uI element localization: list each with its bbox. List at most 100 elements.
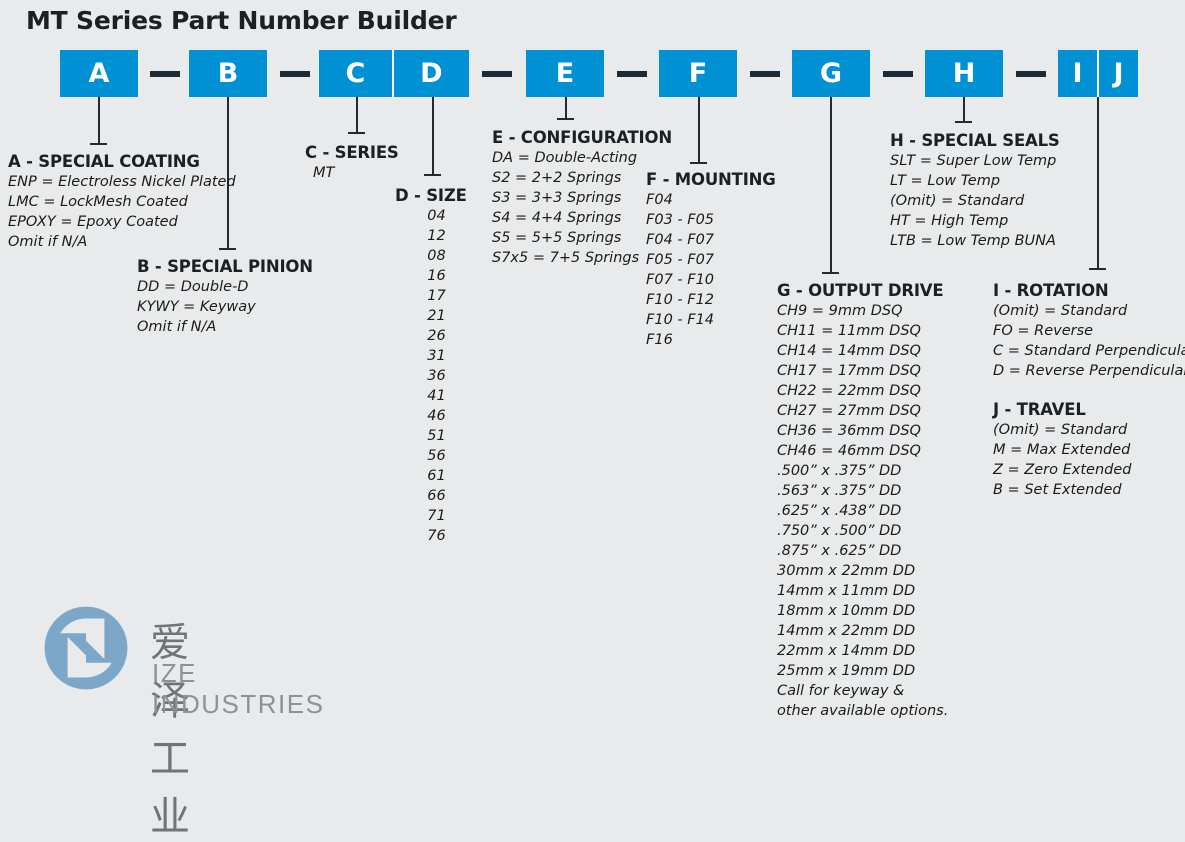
- code-box-e[interactable]: E: [526, 50, 604, 97]
- code-box-h-label: H: [952, 58, 976, 89]
- list-item: 26: [427, 328, 446, 344]
- code-box-e-label: E: [555, 58, 575, 89]
- section-g-heading: G - OUTPUT DRIVE: [777, 281, 944, 300]
- list-item: other available options.: [777, 703, 949, 719]
- diagram-canvas: MT Series Part Number Builder A B C D E …: [0, 0, 1185, 840]
- section-i: I - ROTATION (Omit) = Standard FO = Reve…: [993, 281, 1185, 381]
- code-box-ij[interactable]: I J: [1058, 50, 1138, 97]
- leader-line-a: [98, 97, 100, 144]
- list-item: LT = Low Temp: [890, 173, 1001, 189]
- dash-separator-2: [280, 71, 310, 77]
- code-box-f[interactable]: F: [659, 50, 737, 97]
- leader-line-d: [432, 97, 434, 175]
- section-d: D - SIZE 04 12 08 16 17 21 26 31 36 41 4…: [395, 186, 475, 546]
- list-item: 16: [427, 268, 446, 284]
- list-item: F04: [646, 192, 673, 208]
- code-box-cd[interactable]: C D: [319, 50, 469, 97]
- list-item: F05 - F07: [646, 252, 715, 268]
- leader-foot-a: [90, 143, 107, 145]
- section-b-heading: B - SPECIAL PINION: [137, 257, 313, 276]
- section-a: A - SPECIAL COATING ENP = Electroless Ni…: [8, 152, 236, 252]
- list-item: 61: [427, 468, 446, 484]
- section-h-list: SLT = Super Low Temp LT = Low Temp (Omit…: [890, 151, 1060, 251]
- leader-foot-g: [822, 272, 839, 274]
- section-g: G - OUTPUT DRIVE CH9 = 9mm DSQ CH11 = 11…: [777, 281, 948, 721]
- list-item: CH9 = 9mm DSQ: [777, 303, 903, 319]
- list-item: .625” x .438” DD: [777, 503, 902, 519]
- list-item: 30mm x 22mm DD: [777, 563, 916, 579]
- list-item: F04 - F07: [646, 232, 715, 248]
- code-box-j-label: J: [1113, 58, 1124, 89]
- list-item: F16: [646, 332, 673, 348]
- leader-foot-e: [557, 118, 574, 120]
- section-b-list: DD = Double-D KYWY = Keyway Omit if N/A: [137, 277, 313, 337]
- dash-separator-7: [1016, 71, 1046, 77]
- list-item: CH14 = 14mm DSQ: [777, 343, 921, 359]
- list-item: Omit if N/A: [8, 234, 88, 250]
- section-h: H - SPECIAL SEALS SLT = Super Low Temp L…: [890, 131, 1060, 251]
- list-item: MT: [313, 165, 335, 181]
- list-item: CH17 = 17mm DSQ: [777, 363, 921, 379]
- leader-line-e: [565, 97, 567, 119]
- section-f: F - MOUNTING F04 F03 - F05 F04 - F07 F05…: [646, 170, 776, 350]
- code-box-b[interactable]: B: [189, 50, 267, 97]
- list-item: 12: [427, 228, 446, 244]
- list-item: 04: [427, 208, 446, 224]
- list-item: B = Set Extended: [993, 482, 1122, 498]
- list-item: 14mm x 22mm DD: [777, 623, 916, 639]
- leader-line-ij: [1097, 97, 1099, 269]
- section-c-list: MT: [305, 163, 399, 183]
- leader-line-f: [698, 97, 700, 163]
- section-j: J - TRAVEL (Omit) = Standard M = Max Ext…: [993, 400, 1131, 500]
- list-item: 08: [427, 248, 446, 264]
- page-title: MT Series Part Number Builder: [26, 6, 457, 35]
- list-item: 46: [427, 408, 446, 424]
- list-item: 36: [427, 368, 446, 384]
- list-item: 66: [427, 488, 446, 504]
- list-item: 17: [427, 288, 446, 304]
- section-c-heading: C - SERIES: [305, 143, 399, 162]
- list-item: (Omit) = Standard: [993, 303, 1128, 319]
- dash-separator-6: [883, 71, 913, 77]
- logo-chinese-text: 爱泽工业: [150, 620, 193, 840]
- section-e-heading: E - CONFIGURATION: [492, 128, 672, 147]
- list-item: CH46 = 46mm DSQ: [777, 443, 921, 459]
- code-box-h[interactable]: H: [925, 50, 1003, 97]
- list-item: LMC = LockMesh Coated: [8, 194, 188, 210]
- dash-separator-5: [750, 71, 780, 77]
- leader-foot-ij: [1089, 268, 1106, 270]
- list-item: 71: [427, 508, 446, 524]
- list-item: (Omit) = Standard: [993, 422, 1128, 438]
- list-item: .875” x .625” DD: [777, 543, 902, 559]
- section-d-heading: D - SIZE: [395, 186, 467, 205]
- section-a-heading: A - SPECIAL COATING: [8, 152, 200, 171]
- list-item: F10 - F14: [646, 312, 715, 328]
- code-box-d-label: D: [420, 58, 443, 89]
- dash-separator-3: [482, 71, 512, 77]
- list-item: F07 - F10: [646, 272, 715, 288]
- code-box-a[interactable]: A: [60, 50, 138, 97]
- code-box-g[interactable]: G: [792, 50, 870, 97]
- section-d-list: 04 12 08 16 17 21 26 31 36 41 46 51 56 6…: [395, 206, 475, 546]
- leader-line-h: [963, 97, 965, 122]
- list-item: Omit if N/A: [137, 319, 217, 335]
- code-box-i-label: I: [1072, 58, 1083, 89]
- list-item: CH36 = 36mm DSQ: [777, 423, 921, 439]
- list-item: 25mm x 19mm DD: [777, 663, 916, 679]
- list-item: DA = Double-Acting: [492, 150, 638, 166]
- list-item: .500” x .375” DD: [777, 463, 902, 479]
- leader-line-c: [356, 97, 358, 133]
- leader-foot-f: [690, 162, 707, 164]
- leader-foot-d: [424, 174, 441, 176]
- leader-foot-h: [955, 121, 972, 123]
- section-e-list: DA = Double-Acting S2 = 2+2 Springs S3 =…: [492, 148, 672, 268]
- code-box-a-label: A: [88, 58, 110, 89]
- list-item: 56: [427, 448, 446, 464]
- list-item: (Omit) = Standard: [890, 193, 1025, 209]
- list-item: 18mm x 10mm DD: [777, 603, 916, 619]
- list-item: S5 = 5+5 Springs: [492, 230, 622, 246]
- list-item: HT = High Temp: [890, 213, 1009, 229]
- list-item: S3 = 3+3 Springs: [492, 190, 622, 206]
- list-item: 51: [427, 428, 446, 444]
- list-item: M = Max Extended: [993, 442, 1131, 458]
